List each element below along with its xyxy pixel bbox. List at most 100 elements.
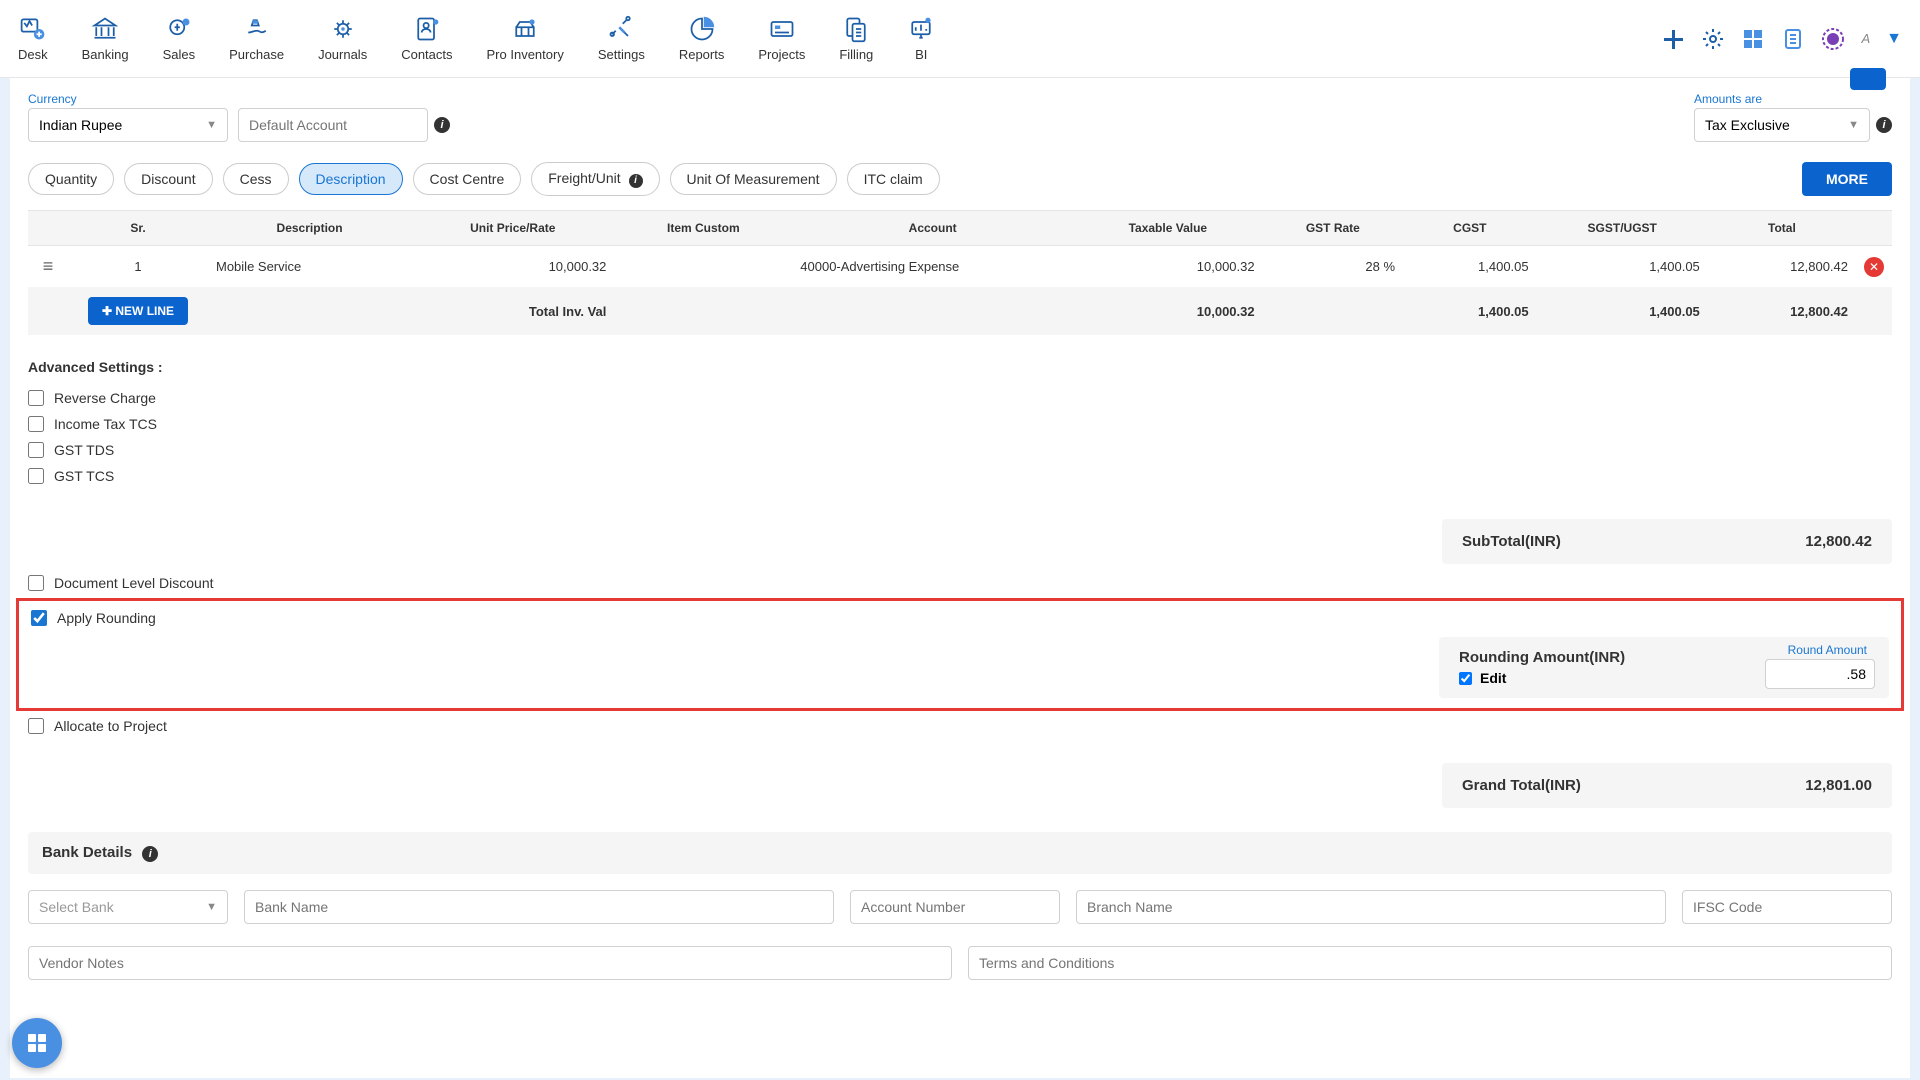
- nav-projects[interactable]: Projects: [758, 15, 805, 62]
- new-line-button[interactable]: ✚ NEW LINE: [88, 297, 188, 325]
- cb-doc-discount[interactable]: Document Level Discount: [28, 570, 1892, 596]
- main-content: Currency Indian Rupee▼ i Amounts are Tax…: [10, 78, 1910, 1078]
- contacts-icon: [413, 15, 441, 43]
- projects-icon: [768, 15, 796, 43]
- cb-gst-tcs[interactable]: GST TCS: [28, 463, 1402, 489]
- nav-contacts[interactable]: Contacts: [401, 15, 452, 62]
- cb-allocate-project[interactable]: Allocate to Project: [28, 713, 1892, 739]
- inventory-icon: [511, 15, 539, 43]
- th-sgst: SGST/UGST: [1537, 211, 1708, 246]
- subtotal-card: SubTotal(INR) 12,800.42: [1442, 519, 1892, 564]
- clipboard-icon[interactable]: [1781, 27, 1805, 51]
- nav-banking[interactable]: Banking: [82, 15, 129, 62]
- nav-settings[interactable]: Settings: [598, 15, 645, 62]
- info-icon[interactable]: i: [142, 846, 158, 862]
- th-account: Account: [792, 211, 1073, 246]
- amounts-are-select[interactable]: Tax Exclusive▼: [1694, 108, 1870, 142]
- th-gst: GST Rate: [1263, 211, 1403, 246]
- bank-row: Select Bank▼: [28, 890, 1892, 924]
- nav-bi[interactable]: BI: [907, 15, 935, 62]
- th-desc: Description: [208, 211, 411, 246]
- nav-filling[interactable]: Filling: [839, 15, 873, 62]
- fab-apps[interactable]: [12, 1018, 62, 1068]
- grid-icon: [25, 1031, 49, 1055]
- filling-icon: [842, 15, 870, 43]
- rounding-card: Round Amount Rounding Amount(INR) Edit: [1439, 637, 1889, 698]
- more-button[interactable]: MORE: [1802, 162, 1892, 196]
- currency-label: Currency: [28, 92, 228, 106]
- chevron-down-icon: ▼: [1848, 119, 1859, 131]
- gear-icon[interactable]: [1701, 27, 1725, 51]
- advanced-title: Advanced Settings :: [28, 359, 1402, 375]
- chip-itc[interactable]: ITC claim: [847, 163, 940, 195]
- chip-discount[interactable]: Discount: [124, 163, 212, 195]
- purchase-icon: [243, 15, 271, 43]
- nav-left: Desk Banking Sales Purchase Journals Con…: [18, 15, 935, 62]
- chip-costcentre[interactable]: Cost Centre: [413, 163, 522, 195]
- th-taxable: Taxable Value: [1073, 211, 1263, 246]
- amounts-are-label: Amounts are: [1694, 92, 1892, 106]
- nav-inventory[interactable]: Pro Inventory: [487, 15, 564, 62]
- corner-badge: [1850, 68, 1886, 90]
- account-number-input[interactable]: [850, 890, 1060, 924]
- info-icon[interactable]: i: [1876, 117, 1892, 133]
- bank-details-header: Bank Details i: [28, 832, 1892, 874]
- settings-icon: [607, 15, 635, 43]
- bank-select[interactable]: Select Bank▼: [28, 890, 228, 924]
- desk-icon: [19, 15, 47, 43]
- table-row[interactable]: ≡ 1 Mobile Service 10,000.32 40000-Adver…: [28, 246, 1892, 288]
- top-nav: Desk Banking Sales Purchase Journals Con…: [0, 0, 1920, 78]
- user-menu-caret[interactable]: ▼: [1886, 30, 1902, 48]
- chip-cess[interactable]: Cess: [223, 163, 289, 195]
- nav-right: A ▼: [1661, 27, 1902, 51]
- nav-journals[interactable]: Journals: [318, 15, 367, 62]
- th-total: Total: [1708, 211, 1856, 246]
- plus-icon[interactable]: [1661, 27, 1685, 51]
- column-chips: Quantity Discount Cess Description Cost …: [28, 156, 1892, 202]
- chip-quantity[interactable]: Quantity: [28, 163, 114, 195]
- nav-purchase[interactable]: Purchase: [229, 15, 284, 62]
- notes-row: [28, 946, 1892, 980]
- chevron-down-icon: ▼: [206, 901, 217, 913]
- chip-uom[interactable]: Unit Of Measurement: [670, 163, 837, 195]
- round-amount-input[interactable]: [1765, 659, 1875, 689]
- amounts-are-field: Amounts are Tax Exclusive▼ i: [1694, 92, 1892, 142]
- line-items-table: Sr. Description Unit Price/Rate Item Cus…: [28, 210, 1892, 335]
- delete-row-icon[interactable]: ✕: [1864, 257, 1884, 277]
- default-account-input[interactable]: [238, 108, 428, 142]
- th-sr: Sr.: [68, 211, 208, 246]
- reports-icon: [688, 15, 716, 43]
- highlighted-rounding-section: Apply Rounding Round Amount Rounding Amo…: [16, 598, 1904, 711]
- grandtotal-card: Grand Total(INR) 12,801.00: [1442, 763, 1892, 808]
- nav-reports[interactable]: Reports: [679, 15, 725, 62]
- th-custom: Item Custom: [614, 211, 792, 246]
- bank-icon: [91, 15, 119, 43]
- info-icon[interactable]: i: [434, 117, 450, 133]
- chip-freight[interactable]: Freight/Unit i: [531, 162, 659, 196]
- bank-name-input[interactable]: [244, 890, 834, 924]
- chip-description[interactable]: Description: [299, 163, 403, 195]
- drag-icon[interactable]: ≡: [43, 256, 54, 276]
- chevron-down-icon: ▼: [206, 119, 217, 131]
- info-icon: i: [629, 174, 643, 188]
- calculator-icon[interactable]: [1741, 27, 1765, 51]
- nav-desk[interactable]: Desk: [18, 15, 48, 62]
- ifsc-input[interactable]: [1682, 890, 1892, 924]
- cb-gst-tds[interactable]: GST TDS: [28, 437, 1402, 463]
- user-initial[interactable]: A: [1861, 31, 1870, 46]
- th-unit: Unit Price/Rate: [411, 211, 614, 246]
- nav-sales[interactable]: Sales: [163, 15, 196, 62]
- cb-apply-rounding[interactable]: Apply Rounding: [31, 605, 156, 631]
- new-badge-icon[interactable]: [1821, 27, 1845, 51]
- branch-name-input[interactable]: [1076, 890, 1666, 924]
- terms-input[interactable]: [968, 946, 1892, 980]
- journals-icon: [329, 15, 357, 43]
- bi-icon: [907, 15, 935, 43]
- currency-select[interactable]: Indian Rupee▼: [28, 108, 228, 142]
- cb-reverse-charge[interactable]: Reverse Charge: [28, 385, 1402, 411]
- cb-income-tcs[interactable]: Income Tax TCS: [28, 411, 1402, 437]
- vendor-notes-input[interactable]: [28, 946, 952, 980]
- th-cgst: CGST: [1403, 211, 1537, 246]
- advanced-settings: Advanced Settings : Reverse Charge Incom…: [28, 359, 1402, 489]
- total-row: ✚ NEW LINE Total Inv. Val 10,000.32 1,40…: [28, 287, 1892, 335]
